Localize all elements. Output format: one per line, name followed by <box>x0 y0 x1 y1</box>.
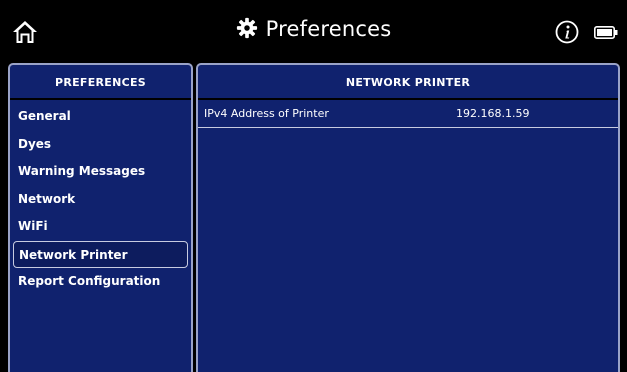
info-icon[interactable] <box>555 20 579 44</box>
gear-icon <box>236 17 257 39</box>
sidebar-item-wifi[interactable]: WiFi <box>10 213 191 241</box>
top-bar: Preferences <box>0 0 627 62</box>
sidebar-menu: General Dyes Warning Messages Network Wi… <box>10 100 191 296</box>
panel-header: NETWORK PRINTER <box>198 65 618 100</box>
sidebar-item-general[interactable]: General <box>10 103 191 131</box>
sidebar-item-network[interactable]: Network <box>10 186 191 214</box>
setting-label: IPv4 Address of Printer <box>204 107 329 120</box>
page-title-text: Preferences <box>265 17 392 41</box>
sidebar-item-network-printer[interactable]: Network Printer <box>13 240 188 268</box>
setting-row-ipv4-address[interactable]: IPv4 Address of Printer 192.168.1.59 <box>198 100 618 128</box>
page-title: Preferences <box>0 17 627 41</box>
setting-value: 192.168.1.59 <box>456 107 530 120</box>
sidebar-item-report-configuration[interactable]: Report Configuration <box>10 268 191 296</box>
sidebar-item-warning-messages[interactable]: Warning Messages <box>10 158 191 186</box>
preferences-sidebar: PREFERENCES General Dyes Warning Message… <box>8 63 193 372</box>
battery-icon <box>594 26 618 39</box>
network-printer-panel: NETWORK PRINTER IPv4 Address of Printer … <box>196 63 620 372</box>
sidebar-item-dyes[interactable]: Dyes <box>10 131 191 159</box>
sidebar-header: PREFERENCES <box>10 65 191 100</box>
